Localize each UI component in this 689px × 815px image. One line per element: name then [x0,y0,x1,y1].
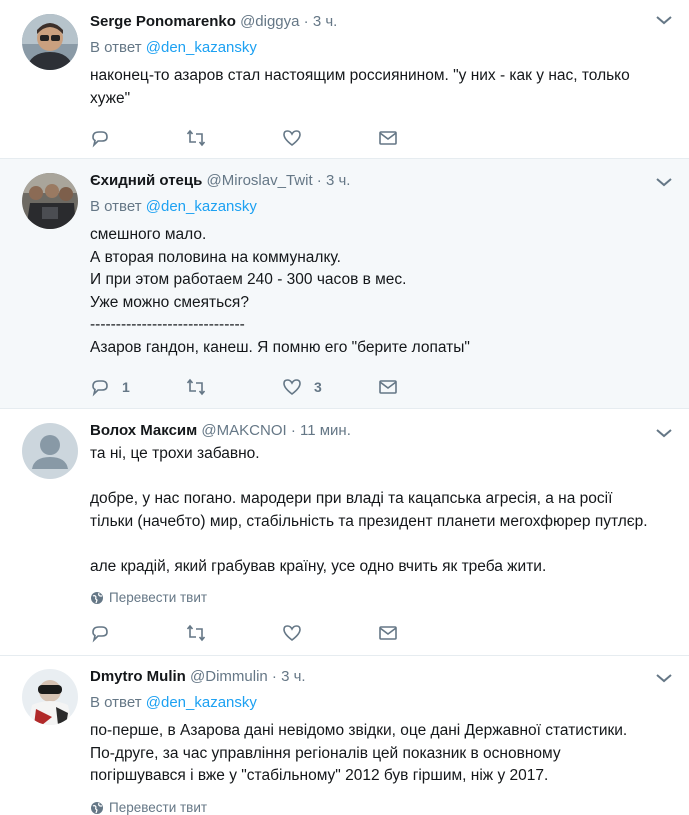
tweet[interactable]: Serge Ponomarenko @diggya · 3 ч. В ответ… [0,0,689,159]
chevron-down-icon[interactable] [655,427,673,439]
like-icon [283,379,301,396]
separator-dot: · [290,422,296,439]
avatar[interactable] [22,423,78,479]
retweet-button[interactable] [186,623,282,643]
reply-button[interactable] [90,128,186,148]
author-name[interactable]: Волох Максим [90,422,197,439]
globe-icon [91,591,103,604]
direct-message-icon [379,626,397,640]
translate-label: Перевести твит [109,590,208,605]
translate-tweet-link[interactable]: Перевести твит [90,800,207,815]
like-button[interactable] [282,128,378,148]
retweet-icon [186,378,206,396]
separator-dot: · [316,172,322,189]
author-handle[interactable]: @MAKCNOI [201,422,286,439]
avatar[interactable] [22,669,78,725]
reply-context: В ответ @den_kazansky [90,692,659,714]
like-button[interactable]: 3 [282,377,378,397]
tweet-actions [90,126,474,150]
reply-to-link[interactable]: @den_kazansky [146,198,257,215]
tweet-timestamp[interactable]: 11 мин. [300,422,351,439]
tweet[interactable]: Dmytro Mulin @Dimmulin · 3 ч. В ответ @d… [0,656,689,815]
retweet-button[interactable] [186,128,282,148]
like-icon [283,625,301,642]
reply-count: 1 [122,379,130,395]
reply-context: В ответ @den_kazansky [90,37,659,59]
direct-message-button[interactable] [378,377,474,397]
retweet-button[interactable] [186,377,282,397]
author-name[interactable]: Serge Ponomarenko [90,13,236,30]
tweet-timestamp[interactable]: 3 ч. [313,13,338,30]
reply-icon [92,131,108,148]
direct-message-button[interactable] [378,623,474,643]
author-handle[interactable]: @diggya [240,13,299,30]
reply-prefix: В ответ [90,39,142,56]
chevron-down-icon[interactable] [655,672,673,684]
like-icon [283,130,301,147]
like-count: 3 [314,379,322,395]
reply-button[interactable]: 1 [90,377,186,397]
tweet-timestamp[interactable]: 3 ч. [281,668,306,685]
reply-prefix: В ответ [90,694,142,711]
tweet-actions: 1 3 [90,375,474,399]
avatar[interactable] [22,173,78,229]
direct-message-icon [379,131,397,145]
tweet-timestamp[interactable]: 3 ч. [326,172,351,189]
chevron-down-icon[interactable] [655,14,673,26]
direct-message-button[interactable] [378,128,474,148]
retweet-icon [186,129,206,147]
translate-label: Перевести твит [109,800,208,815]
reply-to-link[interactable]: @den_kazansky [146,694,257,711]
tweet-text: смешного мало. А вторая половина на комм… [90,226,470,356]
direct-message-icon [379,380,397,394]
reply-context: В ответ @den_kazansky [90,196,659,218]
author-handle[interactable]: @Dimmulin [190,668,268,685]
avatar[interactable] [22,14,78,70]
tweet-text: та ні, це трохи забавно. добре, у нас по… [90,445,648,575]
reply-button[interactable] [90,623,186,643]
author-name[interactable]: Єхидний отець [90,172,202,189]
tweet-text: наконец-то азаров стал настоящим россиян… [90,67,630,107]
separator-dot: · [303,13,309,30]
tweet[interactable]: Волох Максим @MAKCNOI · 11 мин. та ні, ц… [0,409,689,656]
retweet-icon [186,624,206,642]
reply-prefix: В ответ [90,198,142,215]
tweet-actions [90,621,474,645]
tweet[interactable]: Єхидний отець @Miroslav_Twit · 3 ч. В от… [0,159,689,409]
reply-to-link[interactable]: @den_kazansky [146,39,257,56]
author-handle[interactable]: @Miroslav_Twit [207,172,313,189]
reply-icon [92,380,108,397]
chevron-down-icon[interactable] [655,176,673,188]
author-name[interactable]: Dmytro Mulin [90,668,186,685]
separator-dot: · [271,668,277,685]
reply-icon [92,626,108,643]
like-button[interactable] [282,623,378,643]
translate-tweet-link[interactable]: Перевести твит [90,590,207,605]
globe-icon [91,801,103,814]
tweet-text: по-перше, в Азарова дані невідомо звідки… [90,722,628,784]
